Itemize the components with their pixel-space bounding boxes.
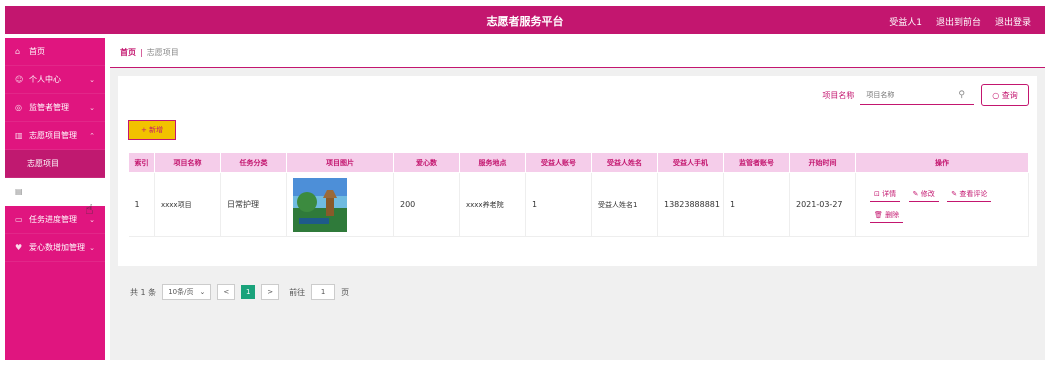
sidebar-item-personal-center[interactable]: ☺ 个人中心 ⌄	[5, 66, 105, 94]
search-input[interactable]	[860, 85, 975, 105]
project-table: 索引 项目名称 任务分类 项目图片 爱心数 服务地点 受益人账号 受益人姓名 受…	[128, 152, 1029, 237]
review-button[interactable]: ✎ 查看评论	[947, 187, 992, 202]
chart-icon: ▥	[15, 131, 23, 140]
col-header: 监管者账号	[723, 152, 790, 173]
sidebar-item-volunteer-project[interactable]: 志愿项目	[5, 150, 105, 178]
next-page-button[interactable]: >	[261, 284, 280, 300]
cell-category: 日常护理	[220, 172, 287, 237]
col-header: 索引	[128, 152, 155, 173]
search-label: 项目名称	[822, 90, 855, 100]
cell-phone: 13823888881	[657, 172, 724, 237]
col-header: 爱心数	[393, 152, 460, 173]
task-icon: ▭	[15, 215, 23, 224]
breadcrumb-home[interactable]: 首页	[120, 47, 136, 58]
detail-button[interactable]: ⊡ 详情	[870, 187, 901, 202]
logout-link[interactable]: 退出登录	[995, 15, 1031, 28]
cell-image	[286, 172, 394, 237]
sidebar-item-love-increase[interactable]: ♥ 爱心数增加管理 ⌄	[5, 234, 105, 262]
chevron-down-icon: ⌄	[199, 288, 206, 296]
project-image	[293, 177, 347, 232]
cell-start: 2021-03-27	[789, 172, 856, 237]
breadcrumb-current: 志愿项目	[146, 48, 179, 57]
cell-account: 1	[525, 172, 592, 237]
edit-button[interactable]: ✎ 修改	[908, 187, 939, 202]
cell-supervisor: 1	[723, 172, 790, 237]
top-bar: 志愿者服务平台 受益人1 退出到前台 退出登录	[5, 6, 1045, 34]
search-icon: ⚲	[958, 90, 965, 100]
home-icon: ⌂	[15, 47, 21, 56]
breadcrumb-separator: |	[140, 48, 143, 57]
col-header: 任务分类	[220, 152, 287, 173]
col-header: 受益人账号	[525, 152, 592, 173]
main-content: 首页 | 志愿项目 项目名称 ⚲ ○ 查询 + 新增 索引 项目名称 任务分类 …	[110, 38, 1045, 360]
chevron-up-icon: ⌃	[89, 131, 95, 140]
doc-icon: ▤	[15, 187, 23, 196]
search-bar: 项目名称 ⚲ ○ 查询	[822, 84, 1029, 106]
breadcrumb: 首页 | 志愿项目	[110, 38, 1045, 68]
cell-index: 1	[128, 172, 155, 237]
cell-name: xxxx项目	[154, 172, 221, 237]
col-header: 受益人姓名	[591, 152, 658, 173]
page-unit: 页	[341, 287, 350, 297]
chevron-down-icon: ⌄	[89, 243, 95, 252]
col-header: 服务地点	[459, 152, 526, 173]
sidebar: ⌂ 首页 ☺ 个人中心 ⌄ ◎ 监管者管理 ⌄ ▥ 志愿项目管理 ⌃ 志愿项目 …	[5, 38, 105, 360]
goto-label: 前往	[289, 287, 306, 297]
list-panel: 项目名称 ⚲ ○ 查询 + 新增 索引 项目名称 任务分类 项目图片 爱心数 服…	[118, 76, 1037, 300]
goto-input[interactable]: 1	[311, 284, 336, 300]
pointer-cursor-icon: ☝	[85, 202, 94, 218]
page-size-select[interactable]: 10条/页 ⌄	[162, 284, 212, 300]
chevron-down-icon: ⌄	[89, 103, 95, 112]
exit-to-front-link[interactable]: 退出到前台	[936, 15, 981, 28]
add-button[interactable]: + 新增	[128, 120, 176, 140]
delete-button[interactable]: 🗑 删除	[870, 208, 904, 223]
sidebar-item-volunteer-project-mgmt[interactable]: ▥ 志愿项目管理 ⌃	[5, 122, 105, 150]
pagination: 共 1 条 10条/页 ⌄ < 1 > 前往 1 页	[130, 284, 349, 300]
cell-username: 受益人姓名1	[591, 172, 658, 237]
user-icon: ☺	[15, 75, 24, 84]
col-header: 开始时间	[789, 152, 856, 173]
col-header: 受益人手机	[657, 152, 724, 173]
table-row: 1 xxxx项目 日常护理 200 xxxx养老院 1 受益人姓名1 13823…	[128, 172, 1029, 237]
query-button[interactable]: ○ 查询	[981, 84, 1029, 106]
chevron-down-icon: ⌄	[89, 75, 95, 84]
col-header: 项目图片	[286, 152, 394, 173]
cell-place: xxxx养老院	[459, 172, 526, 237]
col-header: 项目名称	[154, 152, 221, 173]
sidebar-item-supervisor[interactable]: ◎ 监管者管理 ⌄	[5, 94, 105, 122]
total-count: 共 1 条	[130, 287, 157, 297]
current-user: 受益人1	[889, 18, 922, 28]
current-page[interactable]: 1	[241, 285, 256, 299]
prev-page-button[interactable]: <	[217, 284, 236, 300]
cell-love: 200	[393, 172, 460, 237]
heart-icon: ♥	[15, 243, 23, 252]
cell-ops: ⊡ 详情 ✎ 修改 ✎ 查看评论 🗑 删除	[855, 172, 1029, 237]
sidebar-item-home[interactable]: ⌂ 首页	[5, 38, 105, 66]
settings-icon: ◎	[15, 103, 22, 112]
col-header: 操作	[855, 152, 1029, 173]
